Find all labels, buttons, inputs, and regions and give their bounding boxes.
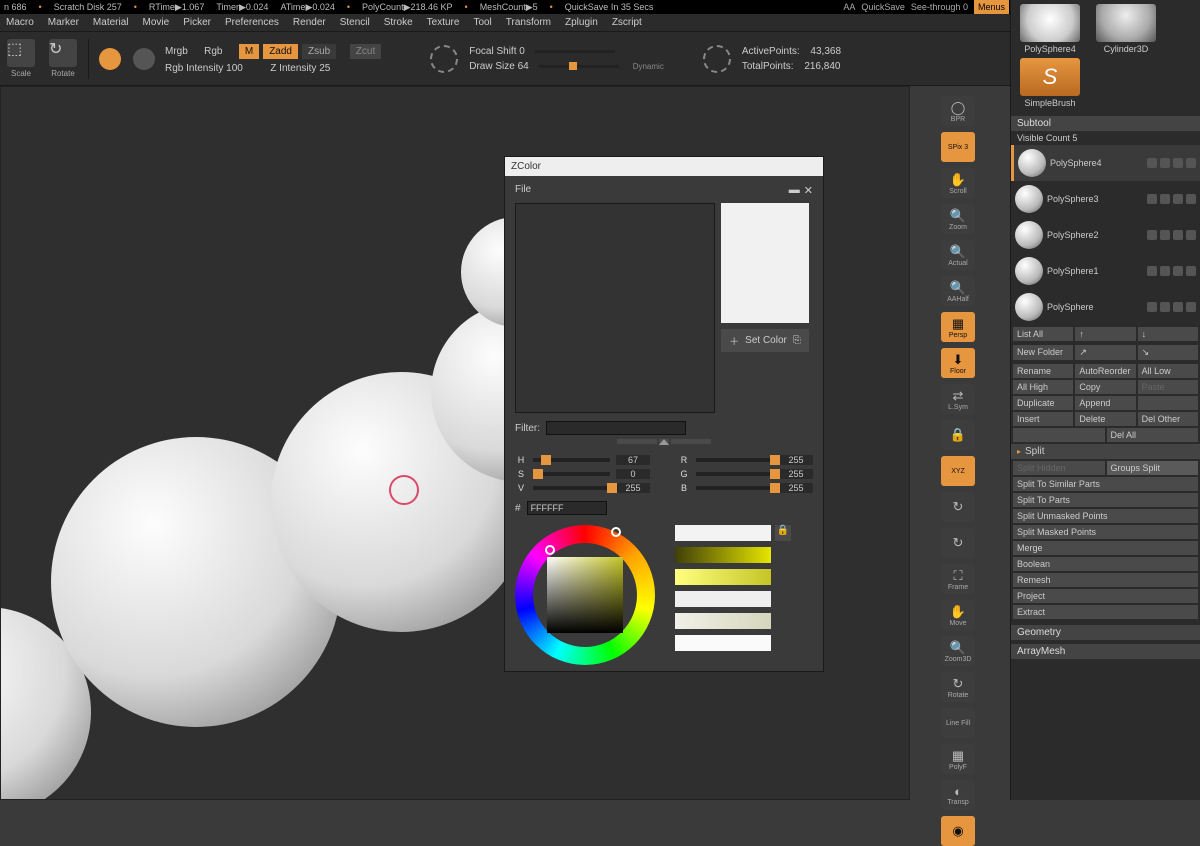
minimize-icon[interactable]: ▬ bbox=[789, 184, 800, 197]
r-slider[interactable] bbox=[696, 458, 773, 462]
brush-cursor-icon bbox=[389, 475, 419, 505]
rename-button[interactable]: Rename bbox=[1013, 364, 1073, 378]
actual-button[interactable]: 🔍Actual bbox=[941, 240, 975, 270]
frame-button[interactable]: ⛶Frame bbox=[941, 564, 975, 594]
swatch-area[interactable] bbox=[515, 203, 715, 413]
d-indicator[interactable] bbox=[700, 45, 734, 73]
color-wheel[interactable] bbox=[515, 525, 655, 665]
close-icon[interactable]: ✕ bbox=[804, 184, 813, 197]
split-header[interactable]: Split bbox=[1011, 444, 1200, 459]
zadd-mode[interactable]: Zadd bbox=[263, 44, 298, 59]
right-panel: PolySphere4 Cylinder3D SSimpleBrush Subt… bbox=[1010, 0, 1200, 800]
zsub-mode[interactable]: Zsub bbox=[302, 44, 336, 59]
subtool-header[interactable]: Subtool bbox=[1011, 116, 1200, 131]
subtool-item[interactable]: PolySphere bbox=[1011, 289, 1200, 325]
zoom3d-button[interactable]: 🔍Zoom3D bbox=[941, 636, 975, 666]
scroll-button[interactable]: ✋Scroll bbox=[941, 168, 975, 198]
tool-thumb[interactable]: SSimpleBrush bbox=[1015, 58, 1085, 108]
swatch-column[interactable]: 🔒 bbox=[675, 525, 791, 651]
g-slider[interactable] bbox=[696, 472, 773, 476]
rotate-tool[interactable]: ↻Rotate bbox=[46, 39, 80, 78]
lock-icon[interactable]: 🔒 bbox=[775, 525, 791, 541]
texture-channel[interactable] bbox=[133, 48, 155, 70]
b-slider[interactable] bbox=[696, 486, 773, 490]
rotate3d-button[interactable]: ↻Rotate bbox=[941, 672, 975, 702]
scale-tool[interactable]: ⬚Scale bbox=[4, 39, 38, 78]
subtool-item[interactable]: PolySphere3 bbox=[1011, 181, 1200, 217]
lock-button[interactable]: 🔒 bbox=[941, 420, 975, 450]
spix-button[interactable]: SPix 3 bbox=[941, 132, 975, 162]
linefill-button[interactable]: Line Fill bbox=[941, 708, 975, 738]
arraymesh-header[interactable]: ArrayMesh bbox=[1011, 644, 1200, 659]
color-preview bbox=[721, 203, 809, 323]
y-button[interactable]: ↻ bbox=[941, 492, 975, 522]
menus-toggle[interactable]: Menus bbox=[974, 0, 1009, 14]
zcut-mode[interactable]: Zcut bbox=[350, 44, 381, 59]
subtool-item[interactable]: PolySphere2 bbox=[1011, 217, 1200, 253]
polyf-button[interactable]: ▦PolyF bbox=[941, 744, 975, 774]
tool-thumb[interactable]: Cylinder3D bbox=[1091, 4, 1161, 54]
filter-input[interactable] bbox=[546, 421, 686, 435]
bpr-button[interactable]: ◯BPR bbox=[941, 96, 975, 126]
xyz-button[interactable]: XYZ bbox=[941, 456, 975, 486]
view-strip: ◯BPR SPix 3 ✋Scroll 🔍Zoom 🔍Actual 🔍AAHal… bbox=[938, 96, 978, 846]
hex-input[interactable] bbox=[527, 501, 607, 515]
z-button[interactable]: ↻ bbox=[941, 528, 975, 558]
subtool-item[interactable]: PolySphere4 bbox=[1011, 145, 1200, 181]
zcolor-popup[interactable]: ZColor File ▬✕ ＋Set Color⎘ Filter: H67 S… bbox=[504, 156, 824, 672]
color-square[interactable] bbox=[547, 557, 623, 633]
lsym-button[interactable]: ⇄L.Sym bbox=[941, 384, 975, 414]
floor-button[interactable]: ⬇Floor bbox=[941, 348, 975, 378]
menu-macro[interactable]: Macro bbox=[6, 17, 34, 28]
subtool-item[interactable]: PolySphere1 bbox=[1011, 253, 1200, 289]
file-menu[interactable]: File bbox=[515, 184, 531, 197]
listall-button[interactable]: List All bbox=[1013, 327, 1073, 341]
transp-button[interactable]: ◐Transp bbox=[941, 780, 975, 810]
persp-button[interactable]: ▦Persp bbox=[941, 312, 975, 342]
down-button[interactable]: ↓ bbox=[1138, 327, 1198, 341]
solo-button[interactable]: ◉ bbox=[941, 816, 975, 846]
m-mode[interactable]: M bbox=[239, 44, 259, 59]
v-slider[interactable] bbox=[533, 486, 610, 490]
h-slider[interactable] bbox=[533, 458, 610, 462]
up-button[interactable]: ↑ bbox=[1075, 327, 1135, 341]
popup-title: ZColor bbox=[505, 157, 823, 176]
zoom-button[interactable]: 🔍Zoom bbox=[941, 204, 975, 234]
geometry-header[interactable]: Geometry bbox=[1011, 625, 1200, 640]
newfolder-button[interactable]: New Folder bbox=[1013, 345, 1073, 360]
s-slider[interactable] bbox=[533, 472, 610, 476]
move-button[interactable]: ✋Move bbox=[941, 600, 975, 630]
tool-thumb[interactable]: PolySphere4 bbox=[1015, 4, 1085, 54]
setcolor-button[interactable]: ＋Set Color⎘ bbox=[721, 329, 809, 352]
aahalf-button[interactable]: 🔍AAHalf bbox=[941, 276, 975, 306]
material-channel[interactable] bbox=[99, 48, 121, 70]
s-indicator[interactable] bbox=[427, 45, 461, 73]
